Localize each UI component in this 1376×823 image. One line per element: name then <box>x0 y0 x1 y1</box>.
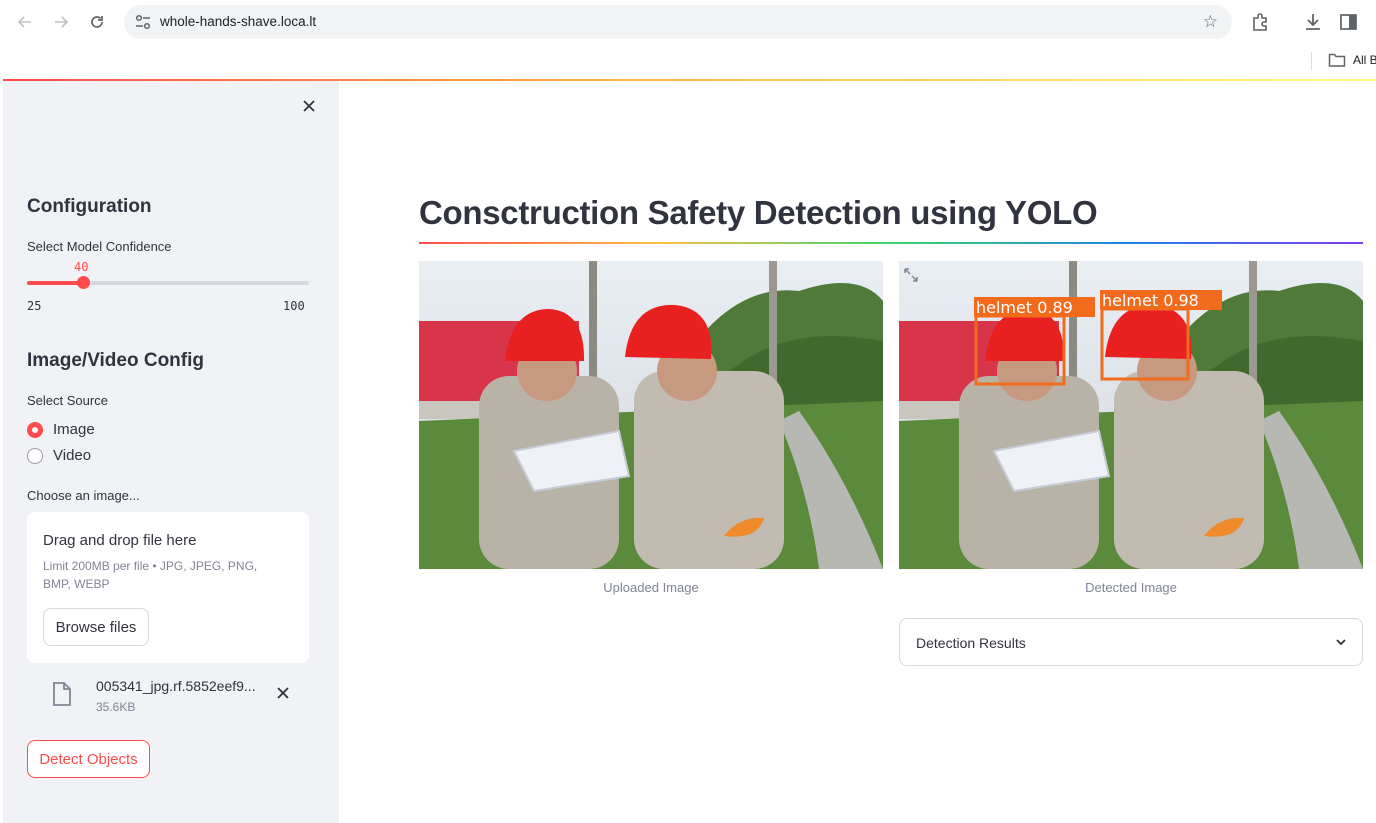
chevron-down-icon[interactable] <box>1334 635 1348 649</box>
browser-toolbar: whole-hands-shave.loca.lt ☆ <box>0 0 1376 44</box>
radio-video[interactable]: Video <box>27 447 91 464</box>
uploaded-image-caption: Uploaded Image <box>603 580 699 595</box>
remove-file-icon[interactable] <box>276 686 290 700</box>
title-divider <box>419 242 1363 244</box>
site-settings-icon[interactable] <box>134 13 152 31</box>
bookmarks-separator <box>1311 52 1312 70</box>
dropzone-limit: Limit 200MB per file • JPG, JPEG, PNG, B… <box>43 559 258 591</box>
uploaded-file-size: 35.6KB <box>96 700 136 714</box>
detection-label-1: helmet 0.89 <box>976 298 1073 317</box>
extensions-icon[interactable] <box>1249 11 1271 33</box>
folder-icon[interactable] <box>1328 52 1346 68</box>
configuration-heading: Configuration <box>27 196 152 217</box>
file-icon <box>53 682 71 706</box>
detect-objects-button[interactable]: Detect Objects <box>27 740 150 778</box>
uploaded-file-name: 005341_jpg.rf.5852eef9... <box>96 678 256 694</box>
reload-icon[interactable] <box>85 10 109 34</box>
radio-unselected-icon[interactable] <box>27 447 43 464</box>
slider-fill <box>27 281 83 285</box>
download-icon[interactable] <box>1302 11 1324 33</box>
url-text[interactable]: whole-hands-shave.loca.lt <box>160 14 316 29</box>
browse-files-button[interactable]: Browse files <box>43 608 149 646</box>
radio-image-label[interactable]: Image <box>53 421 95 438</box>
fullscreen-icon[interactable] <box>903 267 919 283</box>
source-heading: Image/Video Config <box>27 350 205 371</box>
source-label: Select Source <box>27 393 108 408</box>
close-sidebar-icon[interactable] <box>300 97 318 115</box>
detected-image-caption: Detected Image <box>1085 580 1177 595</box>
uploaded-image <box>419 261 883 569</box>
side-panel-icon[interactable] <box>1338 11 1360 33</box>
radio-video-label[interactable]: Video <box>53 447 91 464</box>
detection-results-label[interactable]: Detection Results <box>916 635 1026 651</box>
detection-label-2: helmet 0.98 <box>1102 291 1199 310</box>
radio-selected-icon[interactable] <box>27 421 43 438</box>
detection-results-expander[interactable]: Detection Results <box>899 618 1363 666</box>
bookmark-star-icon[interactable]: ☆ <box>1203 12 1218 32</box>
slider-current-value: 40 <box>74 260 89 274</box>
file-dropzone[interactable]: Drag and drop file here Limit 200MB per … <box>27 512 309 663</box>
forward-icon[interactable] <box>49 10 73 34</box>
radio-image[interactable]: Image <box>27 421 95 438</box>
page-title: Consctruction Safety Detection using YOL… <box>419 194 1098 231</box>
confidence-label: Select Model Confidence <box>27 239 172 254</box>
slider-thumb[interactable] <box>77 276 90 289</box>
detected-image: helmet 0.89 helmet 0.98 <box>899 261 1363 569</box>
back-icon[interactable] <box>13 10 37 34</box>
bookmarks-bar: All B <box>0 44 1376 78</box>
confidence-slider[interactable] <box>27 276 309 289</box>
address-bar[interactable]: whole-hands-shave.loca.lt ☆ <box>124 5 1232 39</box>
dropzone-title: Drag and drop file here <box>43 532 197 549</box>
sidebar: Configuration Select Model Confidence 40… <box>3 81 339 823</box>
uploader-label: Choose an image... <box>27 488 140 503</box>
all-bookmarks-label[interactable]: All B <box>1353 53 1376 67</box>
slider-min-label: 25 <box>27 299 42 313</box>
slider-max-label: 100 <box>283 299 305 313</box>
